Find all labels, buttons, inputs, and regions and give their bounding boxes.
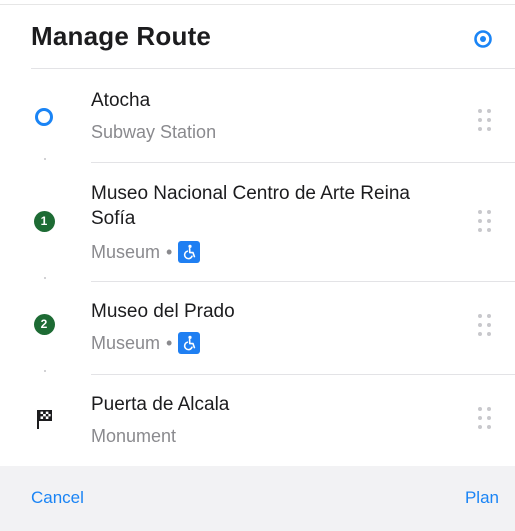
footer-bar: Cancel Plan [0, 466, 515, 531]
reorder-handle[interactable] [476, 407, 494, 431]
category-separator: • [166, 242, 173, 262]
current-location-button[interactable] [470, 26, 496, 52]
stop-category-row: Museum • [91, 331, 201, 355]
stop-category: Monument [91, 426, 177, 446]
route-connector-dot [44, 158, 46, 160]
reorder-handle[interactable] [476, 109, 494, 133]
reorder-handle[interactable] [476, 210, 494, 234]
page-title: Manage Route [31, 21, 212, 51]
plan-button[interactable]: Plan [465, 488, 499, 508]
cancel-button[interactable]: Cancel [31, 488, 84, 508]
stop-category: Museum [91, 333, 161, 353]
wheelchair-accessible-icon [178, 332, 201, 354]
header-divider [31, 68, 515, 69]
stop-name: Atocha [91, 90, 151, 111]
route-stop-1[interactable]: 1 Museo Nacional Centro de Arte Reina So… [0, 163, 515, 280]
route-stop-2[interactable]: 2 Museo del Prado Museum • [0, 282, 515, 374]
stop-category: Subway Station [91, 122, 217, 142]
category-separator: • [166, 333, 173, 353]
stop-category-row: Museum • [91, 240, 201, 264]
route-connector-dot [44, 370, 46, 372]
checkered-flag-icon [33, 408, 55, 430]
top-divider [0, 4, 515, 5]
stop-name: Museo Nacional Centro de Arte Reina Sofí… [91, 183, 410, 229]
wheelchair-accessible-icon [178, 241, 201, 263]
route-stop-origin[interactable]: Atocha Subway Station [0, 84, 515, 162]
stop-1-marker-icon: 1 [33, 210, 55, 232]
origin-marker-icon [33, 106, 55, 128]
stop-2-marker-icon: 2 [33, 313, 55, 335]
stop-name: Puerta de Alcala [91, 394, 230, 415]
location-target-icon [474, 30, 492, 48]
route-stop-destination[interactable]: Puerta de Alcala Monument [0, 375, 515, 465]
stop-category-row: Subway Station [91, 120, 216, 144]
stop-category-row: Monument [91, 424, 176, 448]
stop-name: Museo del Prado [91, 301, 235, 322]
route-connector-dot [44, 277, 46, 279]
manage-route-sheet: Manage Route Atocha Subway Station 1 Mus… [0, 0, 515, 531]
stop-category: Museum [91, 242, 161, 262]
reorder-handle[interactable] [476, 314, 494, 338]
